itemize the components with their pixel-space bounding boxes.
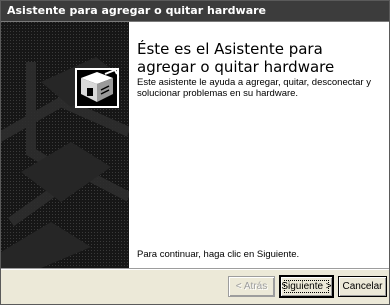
next-button[interactable]: Siguiente >	[279, 275, 334, 298]
wizard-content: Éste es el Asistente para agregar o quit…	[129, 22, 389, 268]
button-divider	[1, 268, 389, 270]
banner-pattern	[1, 22, 129, 268]
wizard-heading: Éste es el Asistente para agregar o quit…	[137, 40, 335, 76]
back-button[interactable]: < Atrás	[228, 276, 275, 297]
hardware-wizard-icon	[75, 68, 119, 108]
wizard-window: Asistente para agregar o quitar hardware	[0, 0, 390, 305]
continue-instruction: Para continuar, haga clic en Siguiente.	[137, 249, 300, 260]
cancel-button[interactable]: Cancelar	[338, 276, 387, 297]
window-title: Asistente para agregar o quitar hardware	[7, 4, 267, 17]
title-bar[interactable]: Asistente para agregar o quitar hardware	[1, 1, 389, 22]
wizard-banner	[1, 22, 129, 268]
focus-rectangle	[284, 280, 329, 293]
wizard-description: Este asistente le ayuda a agregar, quita…	[137, 77, 371, 99]
